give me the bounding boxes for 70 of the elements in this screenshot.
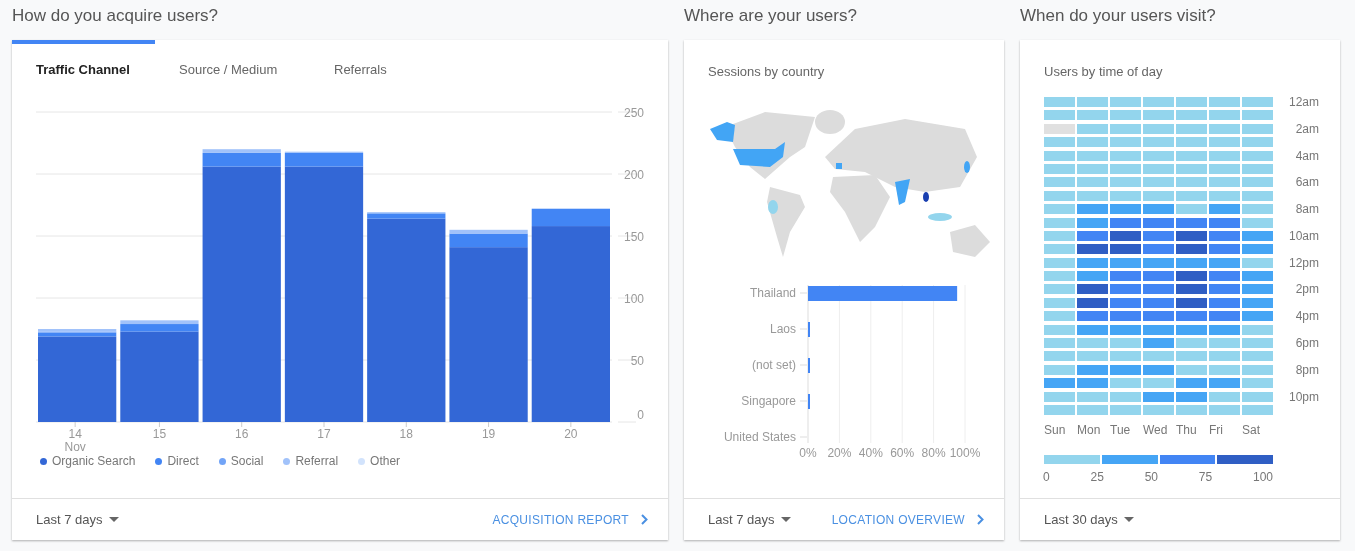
- axis-label: 60%: [890, 446, 915, 460]
- hour-label: 8pm: [1294, 363, 1319, 379]
- day-label: Tue: [1110, 423, 1132, 437]
- hour-label: 2pm: [1294, 283, 1319, 299]
- section-heading: Where are your users?: [684, 5, 858, 27]
- date-range-dropdown[interactable]: Last 7 days: [36, 512, 119, 527]
- chevron-right-icon: [977, 514, 984, 525]
- card-title: Sessions by country: [707, 63, 826, 79]
- axis-label: 0%: [799, 446, 817, 460]
- axis-label: 50: [630, 354, 644, 368]
- day-label: Thu: [1176, 423, 1198, 437]
- axis-label: 16: [235, 427, 249, 441]
- axis-label: 20: [564, 427, 578, 441]
- caret-icon: [780, 517, 791, 522]
- axis-label: 100%: [949, 446, 981, 460]
- legend-label: Other: [370, 454, 401, 468]
- axis-label: Thailand: [749, 286, 796, 300]
- axis-label: 17: [317, 427, 331, 441]
- tab[interactable]: Traffic Channel: [12, 40, 155, 84]
- hour-label: 10am: [1287, 229, 1319, 245]
- day-label: Wed: [1143, 423, 1169, 437]
- tab[interactable]: Source / Medium: [155, 40, 310, 84]
- day-label: Sun: [1044, 423, 1067, 437]
- axis-label: Singapore: [741, 394, 796, 408]
- axis-label: United States: [723, 430, 796, 444]
- axis-label: 18: [399, 427, 413, 441]
- axis-label: 19: [481, 427, 496, 441]
- legend-label: 50: [1144, 470, 1158, 484]
- legend-label: Direct: [167, 454, 199, 468]
- date-range-dropdown[interactable]: Last 30 days: [1044, 512, 1134, 527]
- chevron-right-icon: [641, 514, 648, 525]
- caret-icon: [1123, 517, 1134, 522]
- hour-label: 2am: [1294, 122, 1319, 138]
- axis-label: Nov: [64, 440, 86, 452]
- day-label: Sat: [1242, 423, 1261, 437]
- legend-label: Organic Search: [52, 454, 136, 468]
- axis-label: 150: [623, 230, 644, 244]
- axis-label: 20%: [827, 446, 852, 460]
- hour-label: 4am: [1294, 149, 1319, 165]
- hour-label: 6pm: [1294, 337, 1319, 353]
- date-range-dropdown[interactable]: Last 7 days: [708, 512, 791, 527]
- legend-label: 100: [1252, 470, 1273, 484]
- axis-label: 80%: [921, 446, 946, 460]
- axis-label: (not set): [752, 358, 796, 372]
- card-title: Users by time of day: [1043, 63, 1164, 79]
- hour-label: 8am: [1294, 203, 1319, 219]
- hour-label: 4pm: [1294, 310, 1319, 326]
- hour-label: 10pm: [1287, 390, 1319, 406]
- legend-label: 25: [1090, 470, 1104, 484]
- day-label: Mon: [1077, 423, 1102, 437]
- axis-label: 14: [68, 427, 82, 441]
- section-heading: How do you acquire users?: [12, 5, 219, 27]
- caret-icon: [108, 517, 119, 522]
- axis-label: 0: [637, 408, 644, 422]
- legend-label: Referral: [295, 454, 339, 468]
- legend-label: 75: [1198, 470, 1213, 484]
- legend-label: Social: [230, 454, 264, 468]
- hour-label: 12pm: [1287, 256, 1319, 272]
- axis-label: 100: [623, 292, 644, 306]
- axis-label: Laos: [769, 322, 796, 336]
- axis-label: 200: [623, 168, 644, 182]
- day-label: Fri: [1209, 423, 1224, 437]
- axis-label: 15: [152, 427, 167, 441]
- axis-label: 40%: [858, 446, 883, 460]
- section-heading: When do your users visit?: [1020, 5, 1217, 27]
- axis-label: 250: [623, 106, 644, 120]
- hour-label: 12am: [1287, 96, 1319, 111]
- hour-label: 6am: [1294, 176, 1319, 192]
- legend-label: 0: [1043, 470, 1050, 484]
- tab[interactable]: Referrals: [310, 40, 411, 84]
